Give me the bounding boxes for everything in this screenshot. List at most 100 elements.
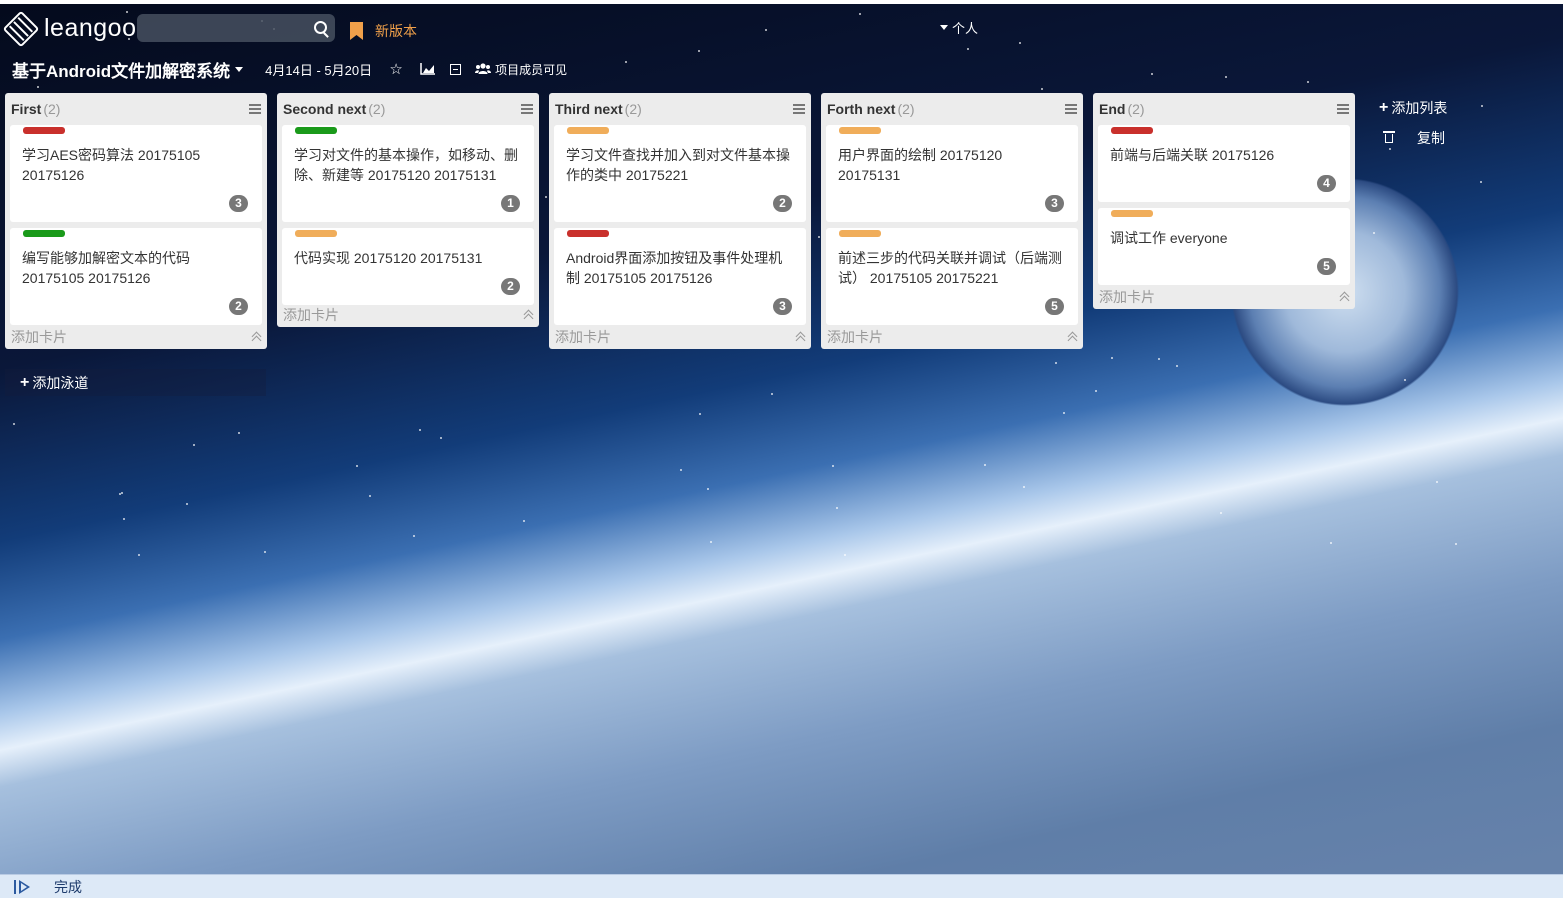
star-dot — [680, 469, 682, 471]
task-card[interactable]: 用户界面的绘制 20175120 20175131 3 — [826, 125, 1078, 222]
caret-down-icon — [235, 66, 244, 72]
star-dot — [1095, 390, 1097, 392]
star-dot — [1480, 181, 1482, 183]
list-header[interactable]: Second next (2) — [277, 93, 539, 125]
task-card[interactable]: Android界面添加按钮及事件处理机制 20175105 20175126 3 — [554, 228, 806, 325]
list-menu-icon[interactable] — [249, 104, 261, 114]
collapse-up-icon[interactable] — [795, 332, 805, 342]
collapse-up-icon[interactable] — [523, 310, 533, 320]
star-dot — [1111, 357, 1113, 359]
star-dot — [818, 236, 820, 238]
star-dot — [1481, 105, 1483, 107]
list-menu-icon[interactable] — [1065, 104, 1077, 114]
list-header[interactable]: End (2) — [1093, 93, 1355, 125]
card-label-red — [1111, 127, 1153, 134]
add-card-button[interactable]: 添加卡片 — [283, 305, 339, 325]
task-card[interactable]: 学习文件查找并加入到对文件基本操作的类中 20175221 2 — [554, 125, 806, 222]
card-badge: 5 — [1317, 258, 1336, 275]
new-version-link[interactable]: 新版本 — [350, 21, 417, 41]
task-card[interactable]: 学习对文件的基本操作，如移动、删除、新建等 20175120 20175131 1 — [282, 125, 534, 222]
star-dot — [1176, 365, 1178, 367]
star-dot — [138, 554, 140, 556]
collapse-up-icon[interactable] — [251, 332, 261, 342]
bookmark-icon — [350, 22, 363, 40]
list-title: Forth next — [827, 101, 896, 117]
star-dot — [832, 465, 834, 467]
add-list-button[interactable]: + 添加列表 — [1371, 93, 1461, 123]
add-swimlane-button[interactable]: + 添加泳道 — [5, 369, 266, 396]
list-header[interactable]: Third next (2) — [549, 93, 811, 125]
list-count: (2) — [1127, 101, 1145, 117]
plus-icon: + — [20, 373, 30, 391]
burndown-chart-icon[interactable] — [420, 63, 436, 75]
list-header[interactable]: Forth next (2) — [821, 93, 1083, 125]
star-dot — [771, 393, 773, 395]
page-status-icon — [14, 879, 32, 895]
trash-icon[interactable] — [1383, 130, 1395, 143]
task-card[interactable]: 前端与后端关联 20175126 4 — [1098, 125, 1350, 202]
add-card-row: 添加卡片 — [1093, 285, 1355, 309]
star-dot — [1225, 76, 1227, 78]
add-card-row: 添加卡片 — [5, 325, 267, 349]
card-title: 编写能够加解密文本的代码 20175105 20175126 — [22, 250, 190, 286]
star-dot — [413, 535, 415, 537]
card-badge: 2 — [773, 195, 792, 212]
star-icon[interactable]: ☆ — [386, 60, 406, 78]
collapse-up-icon[interactable] — [1067, 332, 1077, 342]
card-label-green — [23, 230, 65, 237]
add-card-button[interactable]: 添加卡片 — [827, 327, 883, 347]
card-title: 代码实现 20175120 20175131 — [294, 250, 483, 266]
list-title: Third next — [555, 101, 623, 117]
card-badge: 5 — [1045, 298, 1064, 315]
task-card[interactable]: 学习AES密码算法 20175105 20175126 3 — [10, 125, 262, 222]
list-menu-icon[interactable] — [521, 104, 533, 114]
add-card-button[interactable]: 添加卡片 — [555, 327, 611, 347]
add-card-button[interactable]: 添加卡片 — [1099, 287, 1155, 307]
star-dot — [545, 196, 547, 198]
search-icon[interactable] — [314, 21, 327, 34]
leangoo-logo[interactable]: leangoo — [2, 10, 136, 47]
star-dot — [186, 503, 188, 505]
card-title: 学习AES密码算法 20175105 20175126 — [22, 147, 201, 183]
new-version-label: 新版本 — [375, 23, 417, 39]
star-dot — [13, 423, 15, 425]
card-title: Android界面添加按钮及事件处理机制 20175105 20175126 — [566, 250, 783, 286]
star-dot — [1041, 88, 1043, 90]
task-card[interactable]: 调试工作 everyone 5 — [1098, 208, 1350, 285]
board-title: 基于Android文件加解密系统 — [12, 61, 231, 81]
board-date-range[interactable]: 4月14日 - 5月20日 — [265, 60, 372, 79]
list-count: (2) — [43, 101, 61, 117]
list-4: Forth next (2) 用户界面的绘制 20175120 20175131 3 前… — [821, 93, 1083, 349]
star-dot — [119, 493, 121, 495]
card-badge: 3 — [1045, 195, 1064, 212]
search-input[interactable] — [145, 18, 309, 40]
add-card-button[interactable]: 添加卡片 — [11, 327, 67, 347]
copy-button[interactable]: 复制 — [1371, 123, 1461, 153]
card-badge: 2 — [501, 278, 520, 295]
collapse-up-icon[interactable] — [1339, 292, 1349, 302]
star-dot — [193, 444, 195, 446]
card-label-orange — [295, 230, 337, 237]
star-dot — [264, 551, 266, 553]
personal-menu[interactable]: 个人 — [940, 18, 978, 37]
caret-down-icon — [940, 25, 948, 30]
personal-label: 个人 — [952, 21, 979, 36]
star-dot — [523, 520, 525, 522]
list-header[interactable]: First (2) — [5, 93, 267, 125]
card-label-red — [23, 127, 65, 134]
card-title: 学习文件查找并加入到对文件基本操作的类中 20175221 — [566, 147, 790, 183]
task-card[interactable]: 代码实现 20175120 20175131 2 — [282, 228, 534, 305]
list-menu-icon[interactable] — [1337, 104, 1349, 114]
list-title: First — [11, 101, 42, 117]
board-title-dropdown[interactable]: 基于Android文件加解密系统 — [12, 57, 247, 82]
card-label-green — [295, 127, 337, 134]
search-box[interactable] — [137, 14, 335, 42]
list-title: Second next — [283, 101, 367, 117]
visibility-button[interactable]: 项目成员可见 — [475, 61, 567, 78]
star-dot — [238, 432, 240, 434]
list-menu-icon[interactable] — [793, 104, 805, 114]
collapse-all-icon[interactable] — [450, 63, 462, 75]
card-label-orange — [567, 127, 609, 134]
task-card[interactable]: 前述三步的代码关联并调试（后端测试） 20175105 20175221 5 — [826, 228, 1078, 325]
task-card[interactable]: 编写能够加解密文本的代码 20175105 20175126 2 — [10, 228, 262, 325]
